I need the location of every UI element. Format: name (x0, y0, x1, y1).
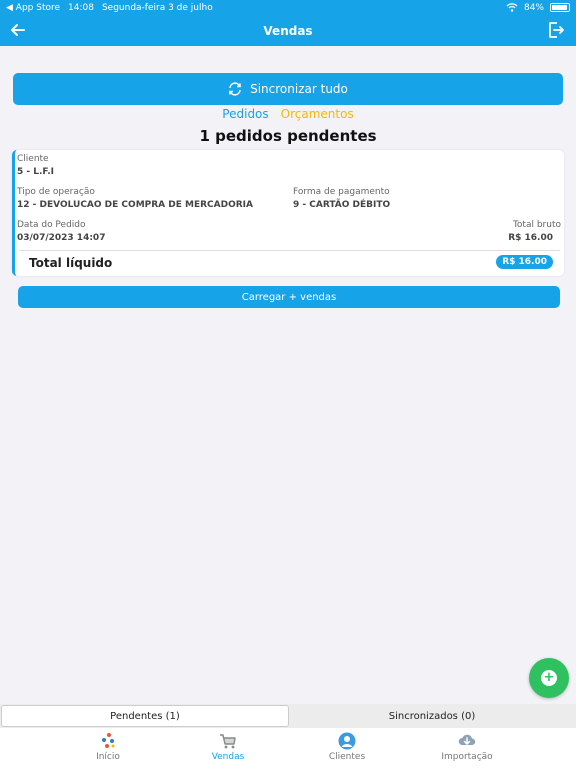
load-more-button[interactable]: Carregar + vendas (18, 286, 560, 308)
card-divider (19, 250, 560, 251)
app-header: Vendas (0, 15, 576, 46)
total-bruto-value: R$ 16.00 (508, 233, 553, 243)
sync-all-label: Sincronizar tudo (250, 82, 348, 96)
order-type-tabs: Pedidos Orçamentos (0, 107, 576, 123)
tab-orcamentos[interactable]: Orçamentos (281, 107, 354, 123)
pending-orders-title: 1 pedidos pendentes (199, 127, 377, 145)
bottom-navigation: Início Vendas Clientes Importação (0, 728, 576, 768)
shopping-cart-icon (220, 734, 236, 749)
data-pedido-label: Data do Pedido (17, 220, 86, 230)
status-bar: ◀ App Store 14:08 Segunda-feira 3 de jul… (0, 0, 576, 15)
nav-inicio-label: Início (96, 752, 120, 762)
data-pedido-value: 03/07/2023 14:07 (17, 233, 106, 243)
load-more-label: Carregar + vendas (241, 291, 337, 303)
nav-vendas[interactable]: Vendas (188, 732, 268, 762)
user-icon (338, 732, 356, 750)
nav-vendas-label: Vendas (211, 752, 245, 762)
wifi-icon (506, 3, 518, 12)
status-time: 14:08 (68, 2, 94, 13)
nav-importacao[interactable]: Importação (427, 732, 507, 762)
segment-pendentes-label: Pendentes (1) (110, 710, 180, 722)
back-arrow-icon[interactable] (8, 20, 28, 40)
nav-clientes-label: Clientes (328, 752, 366, 762)
sync-all-button[interactable]: Sincronizar tudo (13, 73, 563, 105)
order-card[interactable]: Cliente 5 - L.F.I Tipo de operação 12 - … (12, 150, 564, 276)
forma-pagamento-label: Forma de pagamento (293, 187, 390, 197)
logout-icon[interactable] (546, 20, 566, 40)
cloud-download-icon (458, 734, 476, 746)
tipo-operacao-value: 12 - DEVOLUCAO DE COMPRA DE MERCADORIA (17, 200, 253, 210)
battery-icon (550, 3, 570, 12)
tipo-operacao-label: Tipo de operação (17, 187, 95, 197)
segment-sincronizados[interactable]: Sincronizados (0) (289, 705, 575, 727)
nav-clientes[interactable]: Clientes (307, 732, 387, 762)
tab-pedidos[interactable]: Pedidos (222, 107, 268, 123)
battery-percent: 84% (523, 2, 544, 13)
segment-pendentes[interactable]: Pendentes (1) (1, 705, 289, 727)
forma-pagamento-value: 9 - CARTÃO DÉBITO (293, 200, 391, 210)
total-liquido-badge: R$ 16.00 (496, 255, 553, 269)
sync-icon (229, 82, 241, 96)
nav-inicio[interactable]: Início (68, 732, 148, 762)
cliente-label: Cliente (17, 154, 49, 164)
sync-status-segmented-control: Pendentes (1) Sincronizados (0) (0, 704, 576, 728)
add-order-fab[interactable]: + (529, 658, 569, 698)
segment-sincronizados-label: Sincronizados (0) (388, 710, 476, 722)
status-date: Segunda-feira 3 de julho (101, 2, 213, 13)
plus-icon: + (541, 670, 557, 686)
home-dots-icon (102, 733, 115, 748)
nav-importacao-label: Importação (441, 752, 493, 762)
total-liquido-label: Total líquido (29, 256, 113, 270)
cliente-value: 5 - L.F.I (17, 167, 55, 177)
total-bruto-label: Total bruto (512, 220, 561, 230)
app-store-back-link[interactable]: ◀ App Store (6, 3, 60, 13)
page-title: Vendas (263, 23, 313, 38)
